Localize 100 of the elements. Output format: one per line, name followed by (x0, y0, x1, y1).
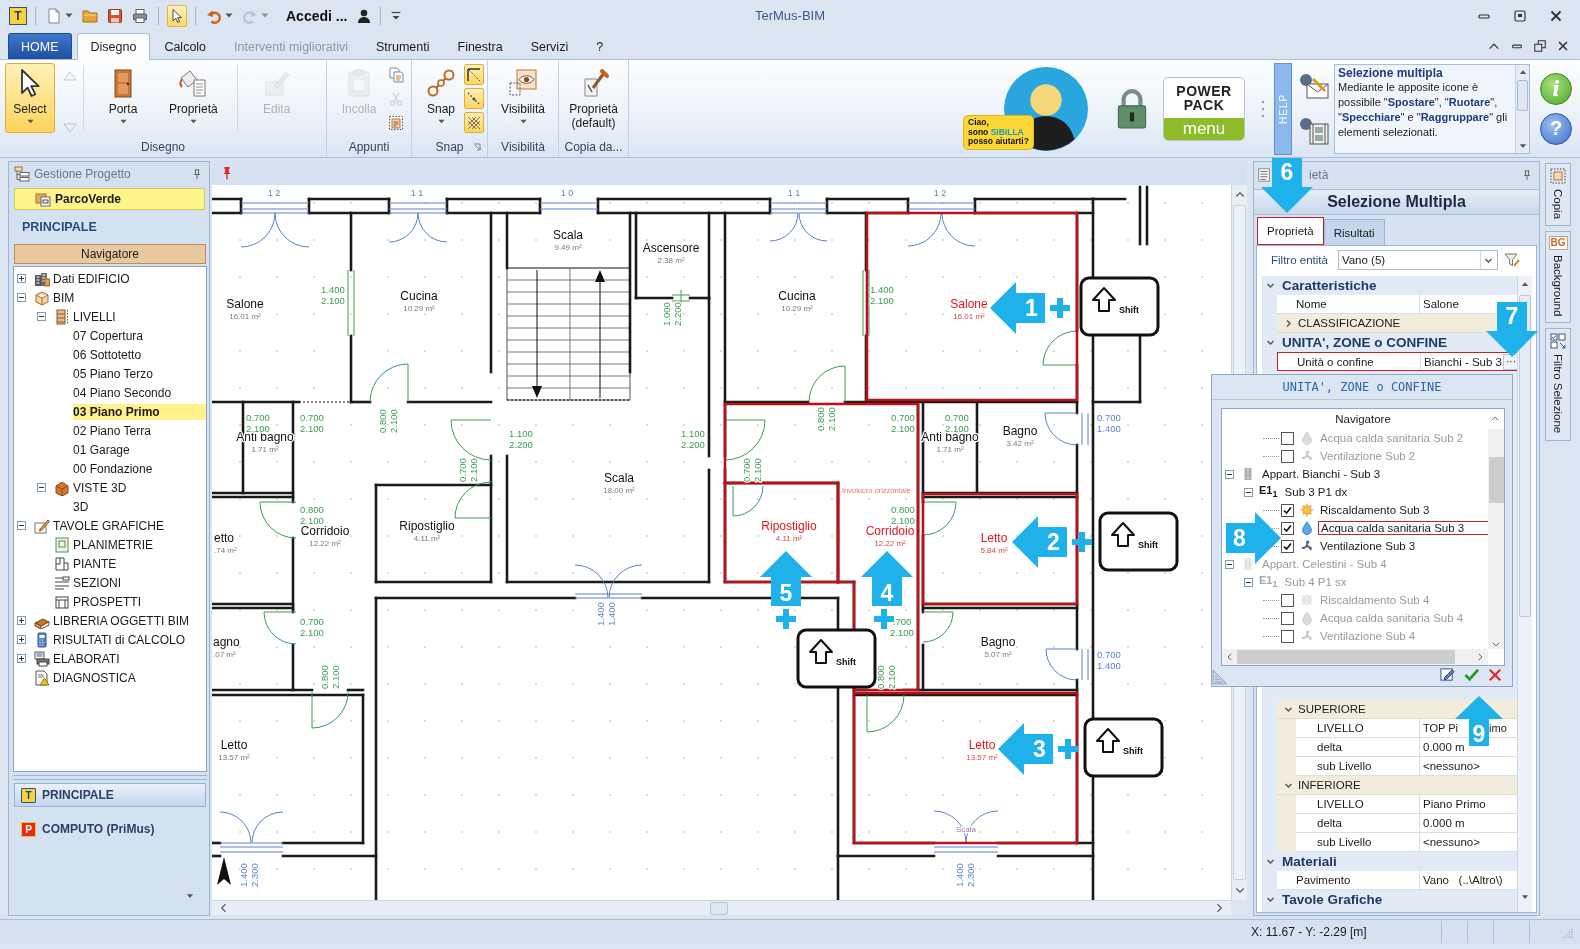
dimension-label: 0.700 2.100 (300, 616, 324, 638)
module-logo: P (21, 821, 36, 837)
room-area: 4.11 m² (413, 534, 441, 543)
room-area: 1.71 m² (936, 445, 964, 454)
side-tab-label: Background (1552, 255, 1564, 317)
property-name: Unità o confine (1278, 353, 1421, 370)
room-area: 13.57 m² (218, 753, 250, 762)
help-title: Selezione multipla (1338, 65, 1444, 80)
room-name: Scala (553, 228, 583, 242)
room-area: 3.42 m² (1006, 439, 1034, 448)
property-name: LIVELLO (1296, 719, 1420, 737)
room-name: Letto (968, 738, 996, 752)
room-area: 10.29 m² (403, 304, 435, 313)
dimension-label: 0.800 2.100 (377, 409, 399, 433)
room-area: 4.11 m² (775, 534, 803, 543)
room-area: 18.00 m² (603, 486, 635, 495)
room-area: 16.01 m² (953, 312, 985, 321)
room-name: Ascensore (642, 241, 700, 255)
dimension-label: 0.800 2.100 (815, 407, 837, 431)
room-name: Ripostiglio (761, 519, 817, 533)
dimension-label: 1.100 2.200 (509, 428, 533, 450)
side-tab-label: Filtro Selezione (1552, 354, 1564, 434)
dimension-label: 0.700 2.100 (300, 412, 324, 434)
dimension-label: 1.000 2.200 (661, 302, 683, 326)
property-name: delta (1296, 814, 1420, 832)
property-name: sub Livello (1296, 757, 1420, 775)
room-area: 5.84 m² (980, 546, 1008, 555)
group-title: INFERIORE (1298, 779, 1361, 791)
room-name: Salone (950, 297, 988, 311)
field-label: Filtro entità (1271, 254, 1328, 266)
group-title: SUPERIORE (1298, 703, 1366, 715)
step-number: 4 (880, 579, 894, 606)
room-area: 16.01 m² (229, 312, 261, 321)
room-area: 2.38 m² (657, 256, 685, 265)
room-area: 13.57 m² (966, 753, 998, 762)
zone-tag: E1$_{1}$ (1259, 574, 1278, 590)
step-number: 2 (1047, 529, 1060, 555)
dimension-label: 0.800 2.100 (319, 665, 341, 689)
room-name: Bagno (1002, 424, 1038, 438)
room-name: Salone (226, 297, 264, 311)
step-number: 3 (1033, 736, 1046, 762)
room-name: Scala (604, 471, 634, 485)
room-area: .74 m² (214, 546, 237, 555)
navigator-header: Navigatore (14, 244, 206, 264)
room-name: Corridoio (300, 524, 350, 538)
group-label: Copia da... (564, 139, 623, 154)
dimension-label: 0.700 1.400 (1097, 412, 1121, 434)
cursor-coordinates: X: 11.67 - Y: -2.29 [m] (1251, 925, 1368, 939)
level-marker: 1 1 (787, 188, 801, 198)
category-title: UNITA', ZONE o CONFINE (1282, 335, 1447, 350)
key-label: Shift (836, 657, 856, 667)
group-label: Snap (435, 139, 464, 154)
tree-header: Navigatore (1335, 413, 1391, 425)
module-logo: T (21, 787, 36, 803)
key-label: Shift (1123, 746, 1143, 756)
level-marker: 1 2 (933, 188, 947, 198)
room-area: 9.49 m² (554, 243, 582, 252)
group-label: Disegno (141, 139, 185, 154)
room-area: 5.07 m² (984, 650, 1012, 659)
group-label: Appunti (348, 139, 390, 154)
property-name: Nome (1277, 295, 1420, 313)
dimension-label: 0.700 2.100 (741, 458, 763, 482)
dimension-label: 0.700 2.100 (891, 412, 915, 434)
group-label: Visibilità (501, 139, 545, 154)
panel-title: ietà (1309, 167, 1329, 182)
dimension-label: 1.100 2.200 (681, 428, 705, 450)
dimension-label: 0.800 2.100 (891, 504, 915, 526)
dimension-label: 1.400 1.400 (595, 602, 617, 626)
room-area: .07 m² (213, 650, 236, 659)
dimension-label: 1.400 2.100 (870, 284, 894, 306)
room-name: Bagno (980, 635, 1016, 649)
property-name: Pavimento (1277, 871, 1420, 889)
property-name: delta (1296, 738, 1420, 756)
step-number: 8 (1233, 525, 1246, 551)
step-number: 6 (1280, 158, 1294, 185)
category-title: Caratteristiche (1282, 278, 1377, 293)
room-area: 12.22 m² (309, 539, 341, 548)
project-name: ParcoVerde (55, 192, 122, 206)
dimension-label: 0.700 2.100 (246, 412, 270, 434)
key-label: Shift (1138, 540, 1158, 550)
step-number: 9 (1472, 720, 1486, 747)
property-name: LIVELLO (1296, 795, 1420, 813)
dimension-label: 0.700 2.100 (457, 458, 479, 482)
dimension-label: 0.700 2.100 (945, 412, 969, 434)
group-title: CLASSIFICAZIONE (1298, 317, 1401, 329)
room-area: 1.71 m² (251, 445, 279, 454)
room-name: Cucina (778, 289, 816, 303)
side-tab-label: Copia (1552, 189, 1564, 220)
key-label: Shift (1119, 305, 1139, 315)
popup-title: UNITA', ZONE o CONFINE (1212, 375, 1512, 400)
room-name: Ripostiglio (399, 519, 455, 533)
room-name: etto (214, 531, 234, 545)
dimension-label: 0.800 2.100 (300, 504, 324, 526)
zone-tag: E1$_{1}$ (1259, 484, 1278, 500)
dimension-label: 1.400 2.100 (321, 284, 345, 306)
background-logo: BG (1548, 236, 1568, 251)
room-name: Corridoio (865, 524, 915, 538)
panel-title: Gestione Progetto (34, 167, 131, 181)
level-marker: 1 2 (267, 188, 281, 198)
help-text: Mediante le apposite icone è possibile "Spostare", "Ruotare", "Specchiare" e "Raggruppare" gli elementi selezionati. (1338, 80, 1509, 140)
